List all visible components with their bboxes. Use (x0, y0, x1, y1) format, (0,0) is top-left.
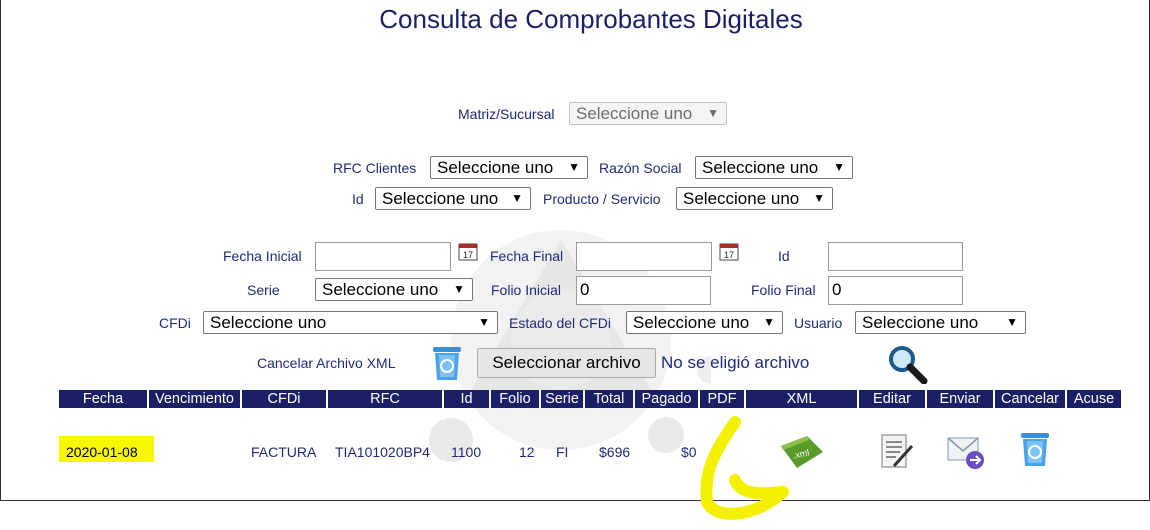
cell-total: $696 (599, 444, 631, 460)
fecha-final-label: Fecha Final (490, 248, 564, 264)
col-header-id: Id (444, 390, 489, 408)
id2-input[interactable] (828, 242, 963, 271)
fecha-inicial-label: Fecha Inicial (223, 248, 302, 264)
col-header-pdf: PDF (700, 390, 744, 408)
chevron-down-icon: ▼ (478, 315, 490, 329)
folio-inicial-label: Folio Inicial (491, 282, 562, 298)
col-header-fecha: Fecha (59, 390, 147, 408)
cell-folio: 12 (519, 444, 535, 460)
col-header-cfdi: CFDi (242, 390, 326, 408)
col-header-pagado: Pagado (635, 390, 698, 408)
chevron-down-icon: ▼ (763, 315, 775, 329)
serie-select[interactable]: Seleccione uno ▼ (315, 278, 473, 301)
fecha-inicial-input[interactable] (315, 242, 451, 271)
col-header-acuse: Acuse (1067, 390, 1121, 408)
cell-fecha: 2020-01-08 (66, 444, 138, 460)
cfdi-label: CFDi (159, 315, 191, 331)
razon-select[interactable]: Seleccione uno ▼ (695, 156, 853, 179)
serie-label: Serie (247, 282, 280, 298)
col-header-vencimiento: Vencimiento (149, 390, 240, 408)
usuario-select-value: Seleccione uno (862, 313, 979, 332)
col-header-enviar: Enviar (927, 390, 993, 408)
col-header-total: Total (585, 390, 633, 408)
chevron-down-icon: ▼ (813, 191, 825, 205)
estado-select[interactable]: Seleccione uno ▼ (626, 311, 783, 334)
col-header-xml: XML (746, 390, 857, 408)
usuario-label: Usuario (794, 315, 843, 331)
col-header-rfc: RFC (328, 390, 442, 408)
calendar-icon[interactable]: 17 (719, 242, 739, 261)
cell-serie: FI (556, 444, 569, 460)
chevron-down-icon: ▼ (453, 282, 465, 296)
matriz-label: Matriz/Sucursal (458, 106, 555, 122)
producto-label: Producto / Servicio (543, 191, 661, 207)
select-file-button[interactable]: Seleccionar archivo (477, 348, 656, 378)
fecha-final-input[interactable] (576, 242, 712, 271)
serie-select-value: Seleccione uno (322, 280, 439, 299)
id-label: Id (352, 191, 364, 207)
folio-inicial-input[interactable]: 0 (576, 276, 711, 305)
matriz-select-value: Seleccione uno (576, 104, 693, 123)
col-header-serie: Serie (541, 390, 583, 408)
col-header-folio: Folio (491, 390, 539, 408)
search-icon[interactable] (886, 344, 928, 384)
page-title: Consulta de Comprobantes Digitales (379, 4, 803, 34)
id-select[interactable]: Seleccione uno ▼ (375, 187, 531, 210)
cfdi-select[interactable]: Seleccione uno ▼ (203, 311, 498, 334)
razon-label: Razón Social (599, 160, 682, 176)
chevron-down-icon: ▼ (568, 160, 580, 174)
send-email-icon[interactable] (946, 434, 988, 470)
highlighter-annotation (700, 416, 789, 520)
edit-icon[interactable] (878, 432, 916, 470)
cancel-recycle-icon[interactable] (1017, 430, 1053, 468)
producto-select[interactable]: Seleccione uno ▼ (676, 187, 833, 210)
main-panel: Consulta de Comprobantes Digitales Matri… (0, 0, 1150, 501)
producto-select-value: Seleccione uno (683, 189, 800, 208)
col-header-cancelar: Cancelar (995, 390, 1065, 408)
folio-final-label: Folio Final (751, 282, 816, 298)
svg-text:17: 17 (724, 250, 734, 260)
cancelar-xml-label: Cancelar Archivo XML (257, 355, 396, 371)
usuario-select[interactable]: Seleccione uno ▼ (855, 311, 1026, 334)
chevron-down-icon: ▼ (833, 160, 845, 174)
razon-select-value: Seleccione uno (702, 158, 819, 177)
col-header-editar: Editar (859, 390, 925, 408)
rfc-select[interactable]: Seleccione uno ▼ (430, 156, 588, 179)
chevron-down-icon: ▼ (707, 106, 719, 120)
estado-select-value: Seleccione uno (633, 313, 750, 332)
cfdi-select-value: Seleccione uno (210, 313, 327, 332)
id2-label: Id (778, 248, 790, 264)
rfc-label: RFC Clientes (333, 160, 417, 176)
recycle-bin-icon[interactable] (429, 344, 465, 382)
chevron-down-icon: ▼ (511, 191, 523, 205)
folio-final-input[interactable]: 0 (828, 276, 963, 305)
estado-label: Estado del CFDi (509, 315, 611, 331)
cell-cfdi: FACTURA (251, 444, 317, 460)
file-status-text: No se eligió archivo (661, 353, 810, 372)
id-select-value: Seleccione uno (382, 189, 499, 208)
cell-rfc: TIA101020BP4 (335, 444, 430, 460)
cell-id: 1100 (451, 444, 482, 460)
chevron-down-icon: ▼ (1006, 315, 1018, 329)
rfc-select-value: Seleccione uno (437, 158, 554, 177)
calendar-icon[interactable]: 17 (458, 242, 478, 261)
svg-text:17: 17 (463, 250, 473, 260)
matriz-select[interactable]: Seleccione uno ▼ (569, 102, 727, 125)
